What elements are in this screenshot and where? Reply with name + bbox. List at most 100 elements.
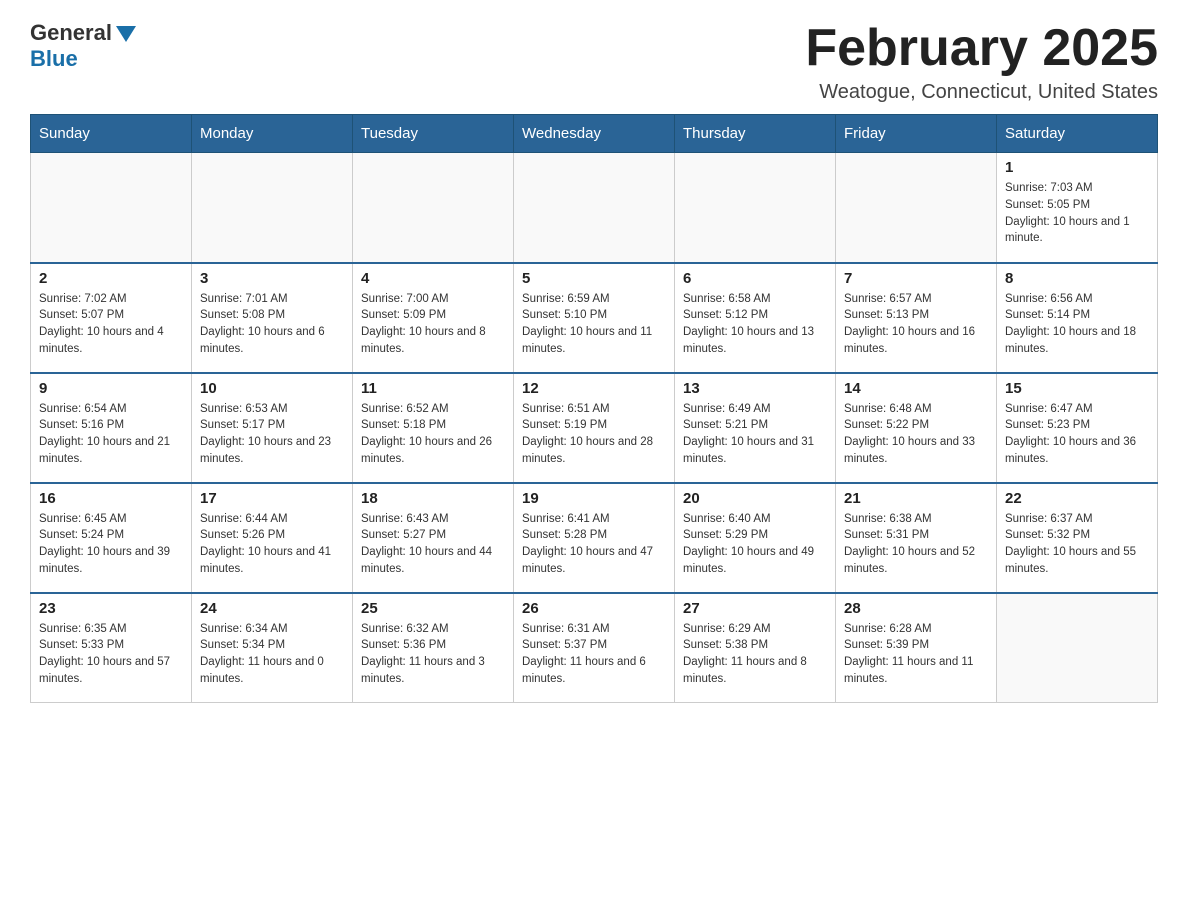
- logo-general-text: General: [30, 20, 136, 46]
- day-info: Sunrise: 6:41 AM Sunset: 5:28 PM Dayligh…: [522, 511, 666, 578]
- day-info: Sunrise: 6:51 AM Sunset: 5:19 PM Dayligh…: [522, 401, 666, 468]
- logo-arrow-icon: [116, 26, 136, 42]
- calendar-cell-w5-d6: 28 Sunrise: 6:28 AM Sunset: 5:39 PM Dayli…: [836, 593, 997, 703]
- day-info: Sunrise: 7:03 AM Sunset: 5:05 PM Dayligh…: [1005, 180, 1149, 247]
- day-number: 21: [844, 490, 988, 507]
- calendar-cell-w5-d2: 24 Sunrise: 6:34 AM Sunset: 5:34 PM Dayli…: [192, 593, 353, 703]
- day-info: Sunrise: 6:54 AM Sunset: 5:16 PM Dayligh…: [39, 401, 183, 468]
- day-info: Sunrise: 7:02 AM Sunset: 5:07 PM Dayligh…: [39, 291, 183, 358]
- calendar-header-row: Sunday Monday Tuesday Wednesday Thursday…: [31, 115, 1158, 153]
- calendar-cell-w3-d7: 15 Sunrise: 6:47 AM Sunset: 5:23 PM Dayli…: [997, 373, 1158, 483]
- day-number: 3: [200, 270, 344, 287]
- col-header-tuesday: Tuesday: [353, 115, 514, 153]
- logo: General Blue: [30, 20, 136, 72]
- day-info: Sunrise: 6:59 AM Sunset: 5:10 PM Dayligh…: [522, 291, 666, 358]
- col-header-thursday: Thursday: [675, 115, 836, 153]
- day-number: 14: [844, 380, 988, 397]
- calendar-cell-w4-d4: 19 Sunrise: 6:41 AM Sunset: 5:28 PM Dayli…: [514, 483, 675, 593]
- day-number: 27: [683, 600, 827, 617]
- day-info: Sunrise: 6:43 AM Sunset: 5:27 PM Dayligh…: [361, 511, 505, 578]
- calendar-cell-w4-d1: 16 Sunrise: 6:45 AM Sunset: 5:24 PM Dayli…: [31, 483, 192, 593]
- calendar-cell-w2-d4: 5 Sunrise: 6:59 AM Sunset: 5:10 PM Daylig…: [514, 263, 675, 373]
- day-info: Sunrise: 6:40 AM Sunset: 5:29 PM Dayligh…: [683, 511, 827, 578]
- day-info: Sunrise: 6:48 AM Sunset: 5:22 PM Dayligh…: [844, 401, 988, 468]
- day-number: 18: [361, 490, 505, 507]
- col-header-monday: Monday: [192, 115, 353, 153]
- calendar-week-5: 23Sunrise: 6:35 AM Sunset: 5:33 PM Dayli…: [31, 593, 1158, 703]
- day-number: 25: [361, 600, 505, 617]
- calendar-cell-w1-d6: [836, 153, 997, 263]
- day-info: Sunrise: 6:56 AM Sunset: 5:14 PM Dayligh…: [1005, 291, 1149, 358]
- calendar-cell-w1-d3: [353, 153, 514, 263]
- calendar-week-4: 16 Sunrise: 6:45 AM Sunset: 5:24 PM Dayli…: [31, 483, 1158, 593]
- day-info: Sunrise: 6:57 AM Sunset: 5:13 PM Dayligh…: [844, 291, 988, 358]
- calendar-cell-w4-d5: 20 Sunrise: 6:40 AM Sunset: 5:29 PM Dayli…: [675, 483, 836, 593]
- month-title: February 2025: [805, 20, 1158, 77]
- calendar-cell-w5-d1: 23Sunrise: 6:35 AM Sunset: 5:33 PM Dayli…: [31, 593, 192, 703]
- day-info: Sunrise: 6:52 AM Sunset: 5:18 PM Dayligh…: [361, 401, 505, 468]
- day-number: 2: [39, 270, 183, 287]
- calendar-cell-w1-d2: [192, 153, 353, 263]
- day-info: Sunrise: 6:28 AM Sunset: 5:39 PM Dayligh…: [844, 621, 988, 688]
- day-info: Sunrise: 6:47 AM Sunset: 5:23 PM Dayligh…: [1005, 401, 1149, 468]
- day-info: Sunrise: 6:45 AM Sunset: 5:24 PM Dayligh…: [39, 511, 183, 578]
- day-number: 20: [683, 490, 827, 507]
- calendar-cell-w2-d5: 6Sunrise: 6:58 AM Sunset: 5:12 PM Daylig…: [675, 263, 836, 373]
- day-number: 9: [39, 380, 183, 397]
- day-number: 28: [844, 600, 988, 617]
- calendar-cell-w3-d6: 14 Sunrise: 6:48 AM Sunset: 5:22 PM Dayli…: [836, 373, 997, 483]
- calendar-cell-w1-d7: 1 Sunrise: 7:03 AM Sunset: 5:05 PM Daylig…: [997, 153, 1158, 263]
- calendar-cell-w4-d3: 18 Sunrise: 6:43 AM Sunset: 5:27 PM Dayli…: [353, 483, 514, 593]
- calendar-cell-w3-d5: 13Sunrise: 6:49 AM Sunset: 5:21 PM Dayli…: [675, 373, 836, 483]
- calendar-cell-w4-d6: 21 Sunrise: 6:38 AM Sunset: 5:31 PM Dayli…: [836, 483, 997, 593]
- calendar-cell-w1-d4: [514, 153, 675, 263]
- calendar-cell-w1-d1: [31, 153, 192, 263]
- col-header-saturday: Saturday: [997, 115, 1158, 153]
- day-info: Sunrise: 7:00 AM Sunset: 5:09 PM Dayligh…: [361, 291, 505, 358]
- calendar-cell-w4-d2: 17 Sunrise: 6:44 AM Sunset: 5:26 PM Dayli…: [192, 483, 353, 593]
- day-number: 6: [683, 270, 827, 287]
- day-number: 23: [39, 600, 183, 617]
- calendar-cell-w5-d7: [997, 593, 1158, 703]
- day-number: 11: [361, 380, 505, 397]
- title-section: February 2025 Weatogue, Connecticut, Uni…: [805, 20, 1158, 104]
- calendar-cell-w2-d1: 2 Sunrise: 7:02 AM Sunset: 5:07 PM Daylig…: [31, 263, 192, 373]
- day-number: 7: [844, 270, 988, 287]
- calendar-cell-w5-d3: 25Sunrise: 6:32 AM Sunset: 5:36 PM Dayli…: [353, 593, 514, 703]
- day-number: 12: [522, 380, 666, 397]
- day-number: 26: [522, 600, 666, 617]
- day-info: Sunrise: 6:31 AM Sunset: 5:37 PM Dayligh…: [522, 621, 666, 688]
- col-header-wednesday: Wednesday: [514, 115, 675, 153]
- day-info: Sunrise: 7:01 AM Sunset: 5:08 PM Dayligh…: [200, 291, 344, 358]
- day-number: 17: [200, 490, 344, 507]
- calendar-cell-w3-d4: 12 Sunrise: 6:51 AM Sunset: 5:19 PM Dayli…: [514, 373, 675, 483]
- calendar-week-1: 1 Sunrise: 7:03 AM Sunset: 5:05 PM Daylig…: [31, 153, 1158, 263]
- col-header-sunday: Sunday: [31, 115, 192, 153]
- day-info: Sunrise: 6:53 AM Sunset: 5:17 PM Dayligh…: [200, 401, 344, 468]
- day-number: 19: [522, 490, 666, 507]
- calendar-week-3: 9 Sunrise: 6:54 AM Sunset: 5:16 PM Daylig…: [31, 373, 1158, 483]
- calendar-table: Sunday Monday Tuesday Wednesday Thursday…: [30, 114, 1158, 703]
- logo-blue-text: Blue: [30, 46, 78, 72]
- day-info: Sunrise: 6:49 AM Sunset: 5:21 PM Dayligh…: [683, 401, 827, 468]
- day-number: 1: [1005, 159, 1149, 176]
- calendar-cell-w2-d2: 3 Sunrise: 7:01 AM Sunset: 5:08 PM Daylig…: [192, 263, 353, 373]
- calendar-cell-w4-d7: 22 Sunrise: 6:37 AM Sunset: 5:32 PM Dayli…: [997, 483, 1158, 593]
- day-number: 15: [1005, 380, 1149, 397]
- day-number: 4: [361, 270, 505, 287]
- day-number: 10: [200, 380, 344, 397]
- calendar-cell-w2-d3: 4 Sunrise: 7:00 AM Sunset: 5:09 PM Daylig…: [353, 263, 514, 373]
- calendar-cell-w5-d4: 26 Sunrise: 6:31 AM Sunset: 5:37 PM Dayli…: [514, 593, 675, 703]
- day-number: 8: [1005, 270, 1149, 287]
- day-info: Sunrise: 6:44 AM Sunset: 5:26 PM Dayligh…: [200, 511, 344, 578]
- calendar-cell-w1-d5: [675, 153, 836, 263]
- day-info: Sunrise: 6:37 AM Sunset: 5:32 PM Dayligh…: [1005, 511, 1149, 578]
- day-number: 24: [200, 600, 344, 617]
- day-number: 22: [1005, 490, 1149, 507]
- day-info: Sunrise: 6:38 AM Sunset: 5:31 PM Dayligh…: [844, 511, 988, 578]
- col-header-friday: Friday: [836, 115, 997, 153]
- day-number: 16: [39, 490, 183, 507]
- day-info: Sunrise: 6:34 AM Sunset: 5:34 PM Dayligh…: [200, 621, 344, 688]
- calendar-cell-w2-d6: 7 Sunrise: 6:57 AM Sunset: 5:13 PM Daylig…: [836, 263, 997, 373]
- day-number: 5: [522, 270, 666, 287]
